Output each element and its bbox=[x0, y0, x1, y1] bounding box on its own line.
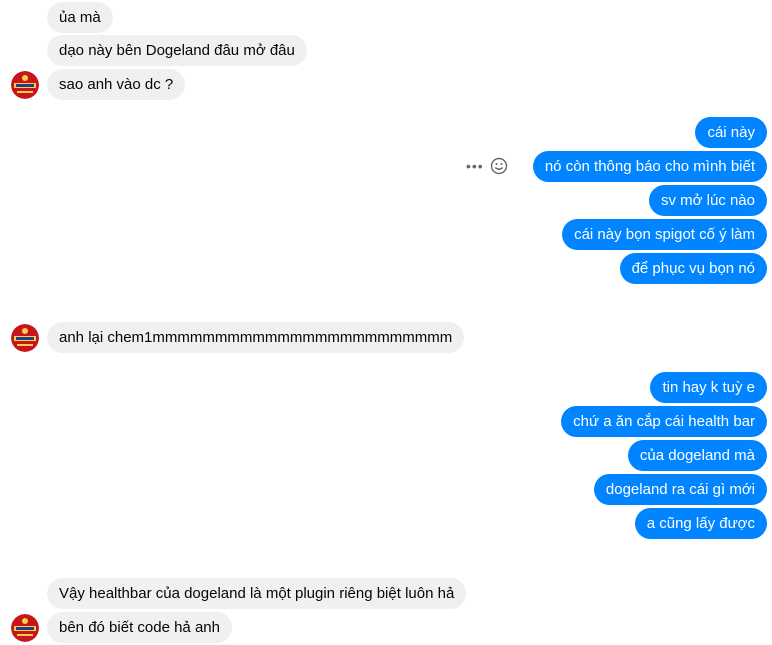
message-bubble-incoming[interactable]: dạo này bên Dogeland đâu mở đâu bbox=[47, 35, 307, 66]
message-bubble-outgoing[interactable]: sv mở lúc nào bbox=[648, 185, 767, 216]
message-bubble-outgoing[interactable]: chứ a ăn cắp cái health bar bbox=[561, 406, 767, 437]
message-bubble-outgoing[interactable]: nó còn thông báo cho mình biết bbox=[532, 151, 767, 182]
emoji-react-icon[interactable] bbox=[490, 157, 508, 175]
message-actions: ••• bbox=[466, 156, 508, 176]
avatar-image bbox=[11, 324, 39, 352]
contact-avatar[interactable] bbox=[11, 614, 39, 642]
message-bubble-outgoing[interactable]: tin hay k tuỳ e bbox=[650, 372, 767, 403]
message-bubble-incoming[interactable]: Vậy healthbar của dogeland là một plugin… bbox=[47, 578, 467, 609]
chat-thread: ủa mà dạo này bên Dogeland đâu mở đâu sa… bbox=[0, 0, 772, 645]
avatar-image bbox=[11, 71, 39, 99]
more-options-icon[interactable]: ••• bbox=[466, 156, 484, 176]
message-bubble-incoming[interactable]: sao anh vào dc ? bbox=[47, 69, 186, 100]
message-bubble-incoming[interactable]: bên đó biết code hả anh bbox=[47, 612, 232, 643]
message-bubble-outgoing[interactable]: cái này bbox=[695, 117, 767, 148]
message-bubble-outgoing[interactable]: cái này bọn spigot cố ý làm bbox=[562, 219, 767, 250]
message-bubble-outgoing[interactable]: của dogeland mà bbox=[627, 440, 767, 471]
message-bubble-incoming[interactable]: anh lại chem1mmmmmmmmmmmmmmmmmmmmmmmm bbox=[47, 322, 465, 353]
message-bubble-outgoing[interactable]: để phục vụ bọn nó bbox=[619, 253, 767, 284]
contact-avatar[interactable] bbox=[11, 324, 39, 352]
message-bubble-incoming[interactable]: ủa mà bbox=[47, 2, 113, 33]
contact-avatar[interactable] bbox=[11, 71, 39, 99]
avatar-image bbox=[11, 614, 39, 642]
message-bubble-outgoing[interactable]: a cũng lấy được bbox=[634, 508, 767, 539]
message-bubble-outgoing[interactable]: dogeland ra cái gì mới bbox=[593, 474, 767, 505]
